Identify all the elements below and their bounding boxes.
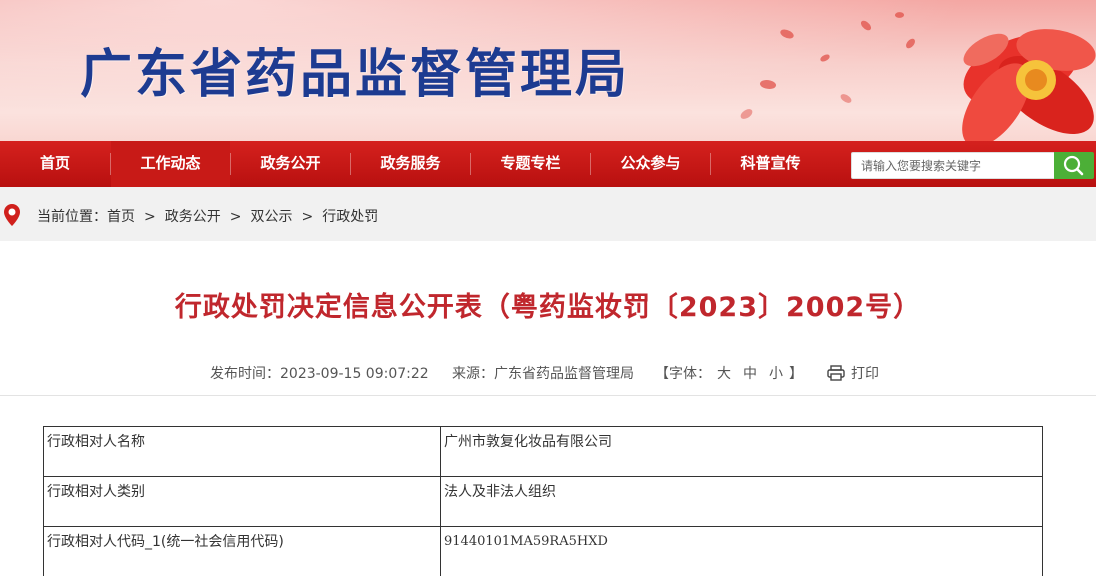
printer-icon	[827, 365, 845, 381]
search-input[interactable]	[852, 153, 1054, 178]
search-icon	[1063, 155, 1084, 176]
table-cell-value: 法人及非法人组织	[440, 476, 1043, 527]
content-divider	[0, 395, 1096, 396]
nav-item-home[interactable]: 首页	[0, 141, 110, 187]
article-source: 来源：广东省药品监督管理局	[452, 366, 634, 382]
breadcrumb-separator: >	[301, 209, 314, 225]
search-button[interactable]	[1054, 152, 1094, 179]
font-size-large-link[interactable]: 大	[717, 366, 731, 382]
font-size-controls: 【字体： 大中小】	[655, 363, 803, 383]
kapok-flower-icon	[962, 29, 1096, 141]
nav-item-special-topics[interactable]: 专题专栏	[471, 141, 590, 187]
font-size-medium-link[interactable]: 中	[743, 366, 757, 382]
breadcrumb-item-double-publicity[interactable]: 双公示	[250, 206, 292, 226]
location-pin-icon	[4, 204, 20, 226]
breadcrumb-separator: >	[144, 209, 156, 225]
table-row: 行政相对人名称 广州市敦复化妆品有限公司	[43, 426, 1043, 477]
table-cell-value: 91440101MA59RA5HXD	[440, 526, 1043, 576]
nav-item-work-news[interactable]: 工作动态	[111, 141, 230, 187]
article-meta: 发布时间：2023-09-15 09:07:22 来源：广东省药品监督管理局 【…	[0, 363, 1096, 383]
nav-item-science-popularization[interactable]: 科普宣传	[711, 141, 830, 187]
table-cell-key: 行政相对人类别	[43, 476, 441, 527]
article-title: 行政处罚决定信息公开表（粤药监妆罚〔2023〕2002号）	[174, 292, 922, 323]
publish-time: 发布时间：2023-09-15 09:07:22	[210, 366, 429, 382]
penalty-info-table: 行政相对人名称 广州市敦复化妆品有限公司 行政相对人类别 法人及非法人组织 行政…	[43, 426, 1043, 576]
print-link[interactable]: 打印	[827, 363, 879, 383]
font-size-label-close: 】	[789, 366, 803, 382]
breadcrumb-prefix: 当前位置：	[37, 209, 107, 225]
font-size-small-link[interactable]: 小	[769, 366, 783, 382]
font-size-label: 【字体：	[655, 366, 711, 382]
nav-item-government-services[interactable]: 政务服务	[351, 141, 470, 187]
breadcrumb-item-administrative-penalty[interactable]: 行政处罚	[322, 206, 378, 226]
breadcrumb-item-home[interactable]: 首页	[107, 206, 135, 226]
breadcrumb: 当前位置：首页 > 政务公开 > 双公示 > 行政处罚	[37, 206, 378, 226]
site-title: 广东省药品监督管理局	[80, 44, 631, 105]
table-row: 行政相对人类别 法人及非法人组织	[43, 476, 1043, 527]
nav-item-public-participation[interactable]: 公众参与	[591, 141, 710, 187]
breadcrumb-bar: 当前位置：首页 > 政务公开 > 双公示 > 行政处罚	[0, 187, 1096, 241]
nav-item-government-affairs[interactable]: 政务公开	[231, 141, 350, 187]
table-cell-key: 行政相对人代码_1(统一社会信用代码)	[43, 526, 441, 576]
print-label: 打印	[851, 366, 879, 382]
search-box	[851, 152, 1094, 179]
breadcrumb-separator: >	[229, 209, 242, 225]
table-cell-value: 广州市敦复化妆品有限公司	[440, 426, 1043, 477]
table-row: 行政相对人代码_1(统一社会信用代码) 91440101MA59RA5HXD	[43, 526, 1043, 576]
header-banner: 广东省药品监督管理局	[0, 0, 1096, 141]
table-cell-key: 行政相对人名称	[43, 426, 441, 477]
breadcrumb-item-government-affairs[interactable]: 政务公开	[165, 206, 221, 226]
